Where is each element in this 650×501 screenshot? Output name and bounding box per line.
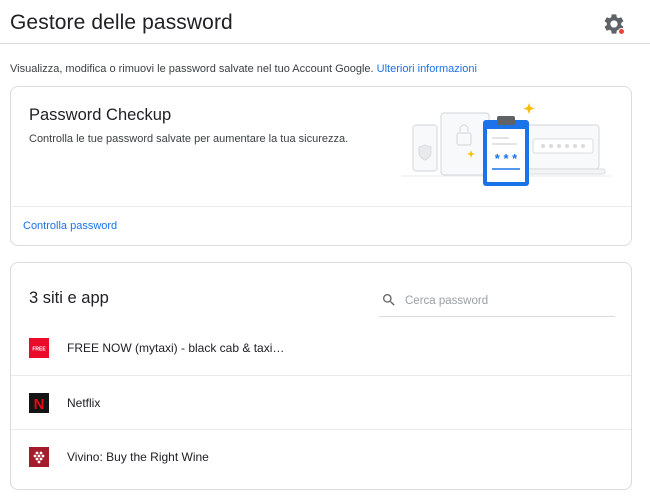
search-input[interactable]	[405, 289, 605, 313]
svg-text:N: N	[34, 396, 45, 413]
intro-description: Visualizza, modifica o rimuovi le passwo…	[10, 63, 374, 75]
notification-dot	[618, 28, 625, 35]
vivino-icon	[29, 447, 49, 467]
svg-text:FREE: FREE	[32, 347, 46, 353]
site-row-free-now[interactable]: FREE FREE NOW (mytaxi) - black cab & tax…	[11, 321, 631, 375]
checkup-title: Password Checkup	[29, 106, 172, 124]
gear-icon	[604, 14, 625, 35]
password-mask-text: * * *	[495, 151, 518, 166]
divider	[11, 206, 631, 207]
site-name: Netflix	[67, 396, 101, 410]
sparkle-icon	[523, 103, 535, 114]
site-name: FREE NOW (mytaxi) - black cab & taxi…	[67, 341, 285, 355]
page-title: Gestore delle password	[10, 11, 233, 34]
site-row-netflix[interactable]: N Netflix	[11, 375, 631, 429]
checkup-description: Controlla le tue password salvate per au…	[29, 133, 349, 145]
password-checkup-card: Password Checkup Controlla le tue passwo…	[10, 86, 632, 246]
site-row-vivino[interactable]: Vivino: Buy the Right Wine	[11, 429, 631, 483]
header: Gestore delle password	[0, 0, 650, 44]
check-passwords-link[interactable]: Controlla password	[23, 220, 117, 232]
search-box[interactable]	[379, 285, 615, 317]
saved-passwords-card: 3 siti e app FREE FREE NOW (mytaxi) - bl…	[10, 262, 632, 490]
settings-button[interactable]	[602, 12, 626, 36]
netflix-icon: N	[29, 393, 49, 413]
free-now-icon: FREE	[29, 338, 49, 358]
intro-text: Visualizza, modifica o rimuovi le passwo…	[10, 63, 477, 75]
learn-more-link[interactable]: Ulteriori informazioni	[377, 63, 477, 75]
search-icon	[383, 294, 395, 306]
site-name: Vivino: Buy the Right Wine	[67, 450, 209, 464]
sites-count-title: 3 siti e app	[29, 289, 109, 307]
password-checkup-illustration: * * *	[401, 103, 611, 186]
